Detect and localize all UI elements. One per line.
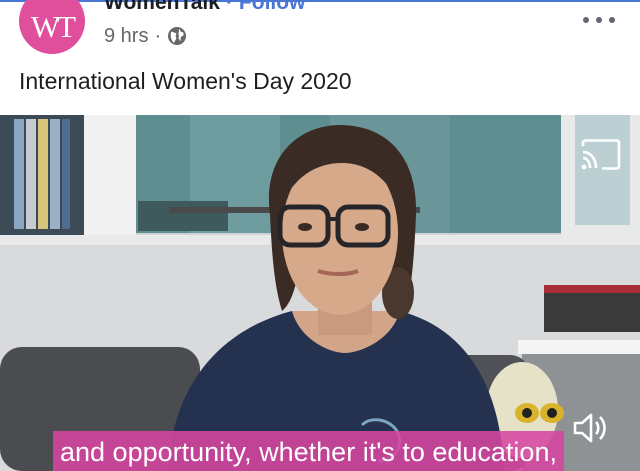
more-options-icon[interactable]: [583, 10, 615, 30]
video-player[interactable]: and opportunity, whether it's to educati…: [0, 115, 640, 471]
page-avatar[interactable]: WT: [19, 0, 85, 54]
avatar-logo: WT: [30, 9, 76, 44]
more-dot: [609, 17, 615, 23]
author-line: WomenTalk · Follow: [104, 0, 305, 15]
meta-separator: ·: [154, 24, 162, 47]
separator-dot: ·: [225, 0, 233, 14]
video-frame: [0, 115, 640, 471]
volume-icon[interactable]: [572, 411, 608, 445]
video-caption: and opportunity, whether it's to educati…: [53, 431, 564, 471]
more-dot: [583, 17, 589, 23]
follow-button[interactable]: Follow: [239, 0, 306, 15]
post-timestamp[interactable]: 9 hrs: [104, 25, 148, 48]
more-dot: [596, 17, 602, 23]
author-name[interactable]: WomenTalk: [104, 0, 220, 15]
cast-icon[interactable]: [580, 138, 622, 171]
post-meta: 9 hrs ·: [104, 23, 187, 49]
post-text: International Women's Day 2020: [19, 68, 352, 94]
globe-icon: [168, 27, 187, 45]
top-accent-bar: [0, 0, 640, 2]
